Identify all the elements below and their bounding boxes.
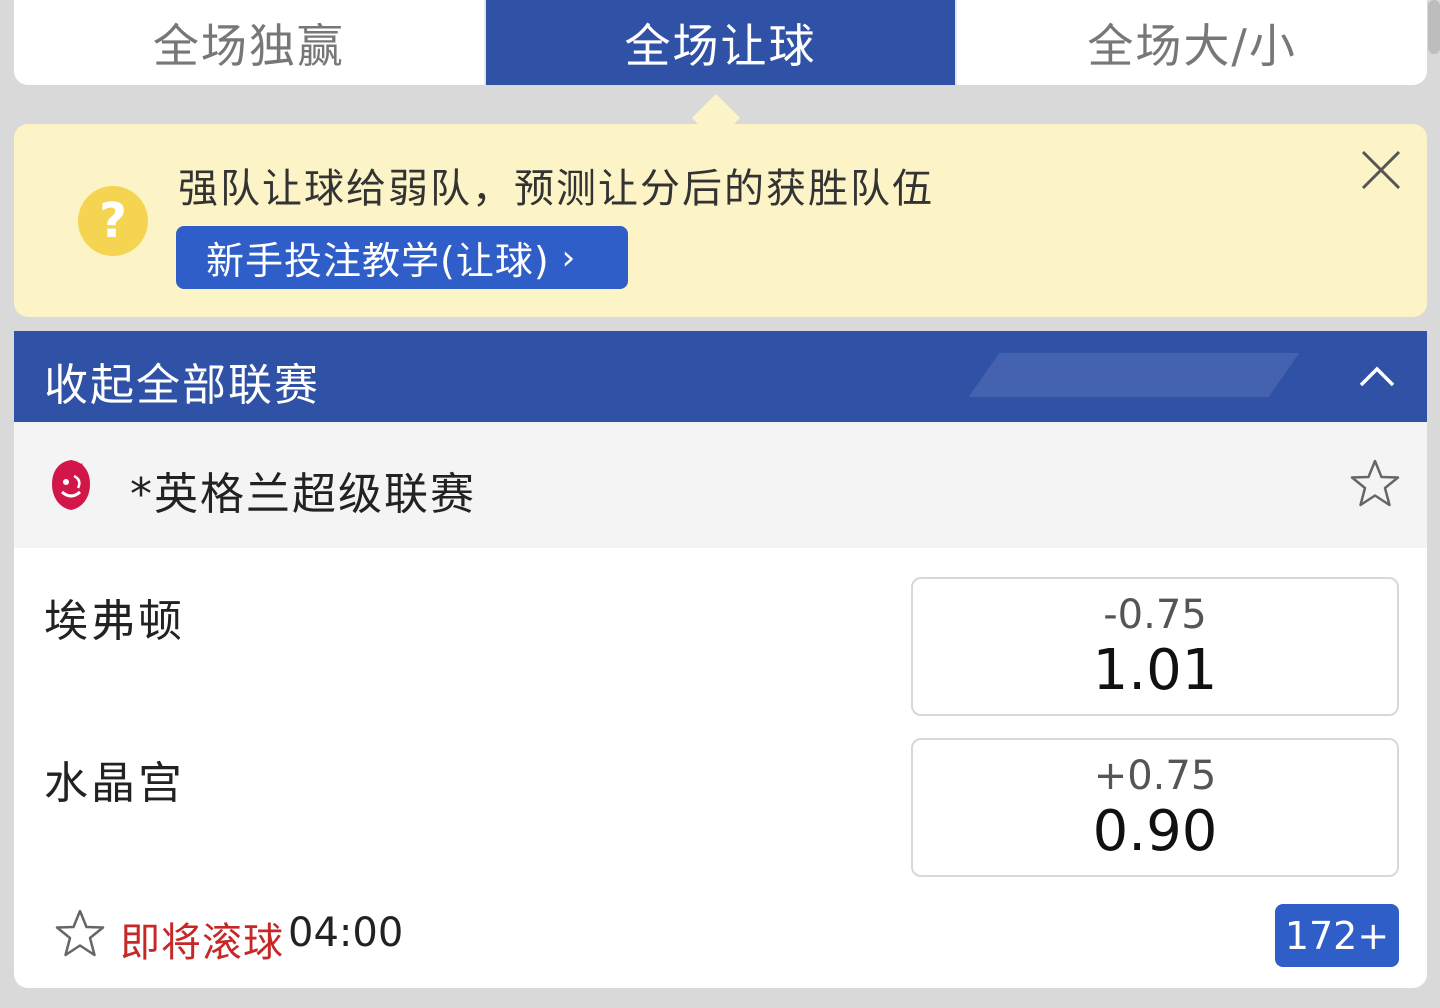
home-odds: 1.01 xyxy=(1092,637,1218,703)
home-team-name: 埃弗顿 xyxy=(44,596,185,647)
decorative-stripe xyxy=(968,353,1300,397)
upcoming-live-label: 即将滚球 xyxy=(120,920,284,966)
hint-text: 强队让球给弱队，预测让分后的获胜队伍 xyxy=(178,166,934,212)
collapse-all-label: 收起全部联赛 xyxy=(44,360,320,411)
kickoff-time: 04:00 xyxy=(288,910,404,956)
page: 全场独赢 全场让球 全场大/小 ? 强队让球给弱队，预测让分后的获胜队伍 新手投… xyxy=(0,0,1440,1008)
away-team-name: 水晶宫 xyxy=(44,758,185,809)
tab-full-match-winner[interactable]: 全场独赢 xyxy=(14,0,484,85)
league-header[interactable]: *英格兰超级联赛 xyxy=(14,422,1427,548)
home-odds-button[interactable]: -0.75 1.01 xyxy=(911,577,1399,716)
away-odds: 0.90 xyxy=(1092,798,1218,864)
away-handicap: +0.75 xyxy=(1093,752,1217,799)
match-favorite-star-icon[interactable] xyxy=(54,908,106,960)
away-odds-button[interactable]: +0.75 0.90 xyxy=(911,738,1399,877)
tab-full-match-over-under[interactable]: 全场大/小 xyxy=(955,0,1427,85)
close-icon[interactable] xyxy=(1359,148,1403,192)
home-handicap: -0.75 xyxy=(1103,591,1207,638)
chevron-up-icon[interactable] xyxy=(1357,357,1397,397)
collapse-all-leagues-bar[interactable]: 收起全部联赛 xyxy=(14,331,1427,422)
tab-full-match-handicap[interactable]: 全场让球 xyxy=(483,0,956,85)
more-markets-button[interactable]: 172+ xyxy=(1275,904,1399,967)
chevron-right-icon: › xyxy=(561,237,577,278)
tutorial-button-label: 新手投注教学(让球) xyxy=(206,239,550,283)
league-name: *英格兰超级联赛 xyxy=(130,469,476,520)
question-icon: ? xyxy=(78,186,148,256)
favorite-star-icon[interactable] xyxy=(1349,458,1401,510)
handicap-hint-panel: ? 强队让球给弱队，预测让分后的获胜队伍 新手投注教学(让球) › xyxy=(14,124,1427,317)
match-card: *英格兰超级联赛 埃弗顿 -0.75 1.01 水晶宫 +0.75 0.90 即… xyxy=(14,422,1427,988)
tutorial-button[interactable]: 新手投注教学(让球) › xyxy=(176,226,628,289)
premier-league-lion-icon xyxy=(52,460,90,510)
scrollbar[interactable] xyxy=(1428,0,1440,54)
market-tabs: 全场独赢 全场让球 全场大/小 xyxy=(14,0,1427,85)
